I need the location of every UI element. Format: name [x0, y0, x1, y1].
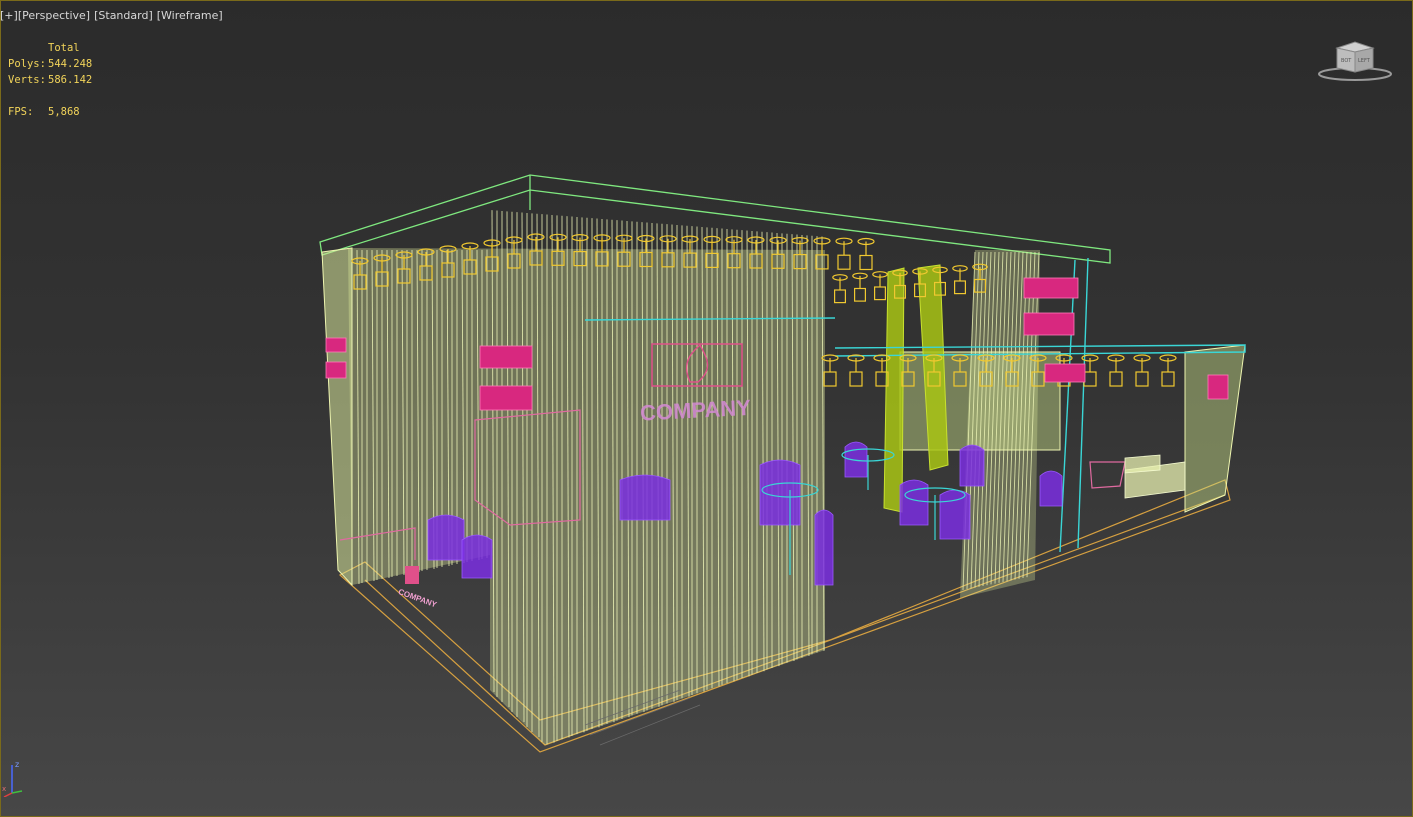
stats-fps-value: 5,868	[48, 106, 80, 118]
left-back-wall	[321, 247, 353, 587]
viewport-label-bar: [+] [Perspective] [Standard] [Wireframe]	[0, 6, 223, 24]
viewport-view-button[interactable]: [Perspective]	[18, 9, 90, 22]
viewport-shading-button[interactable]: [Standard]	[94, 9, 153, 22]
axis-gizmo: z x	[2, 760, 23, 797]
viewport-menu-button[interactable]: [+]	[0, 9, 18, 22]
front-facade	[348, 210, 825, 745]
gizmo-x-label: x	[2, 785, 6, 793]
rear-column	[960, 250, 1040, 598]
viewcube-face-label-left: BOT	[1341, 58, 1352, 64]
viewcube[interactable]: BOT LEFT	[1315, 38, 1395, 84]
stats-verts-value: 586.142	[48, 74, 93, 86]
gizmo-z-label: z	[15, 760, 19, 769]
stats-total-label: Total	[48, 42, 80, 54]
lounge-sofa	[1124, 454, 1186, 499]
viewport-style-button[interactable]: [Wireframe]	[157, 9, 223, 22]
statistics-overlay: Total Polys: 544.248 Verts: 586.142 FPS: 5,…	[8, 40, 92, 120]
stats-polys-label: Polys:	[8, 58, 46, 70]
viewcube-face-label-right: LEFT	[1358, 58, 1371, 64]
perspective-viewport[interactable]: COMPANY COMPANY [+] [Perspective] [Stand…	[0, 0, 1413, 817]
wireframe-scene[interactable]: COMPANY COMPANY	[0, 0, 1413, 817]
stats-verts-label: Verts:	[8, 74, 46, 86]
stats-fps-label: FPS:	[8, 106, 34, 118]
stats-polys-value: 544.248	[48, 58, 93, 70]
small-logo-text: COMPANY	[397, 587, 439, 609]
